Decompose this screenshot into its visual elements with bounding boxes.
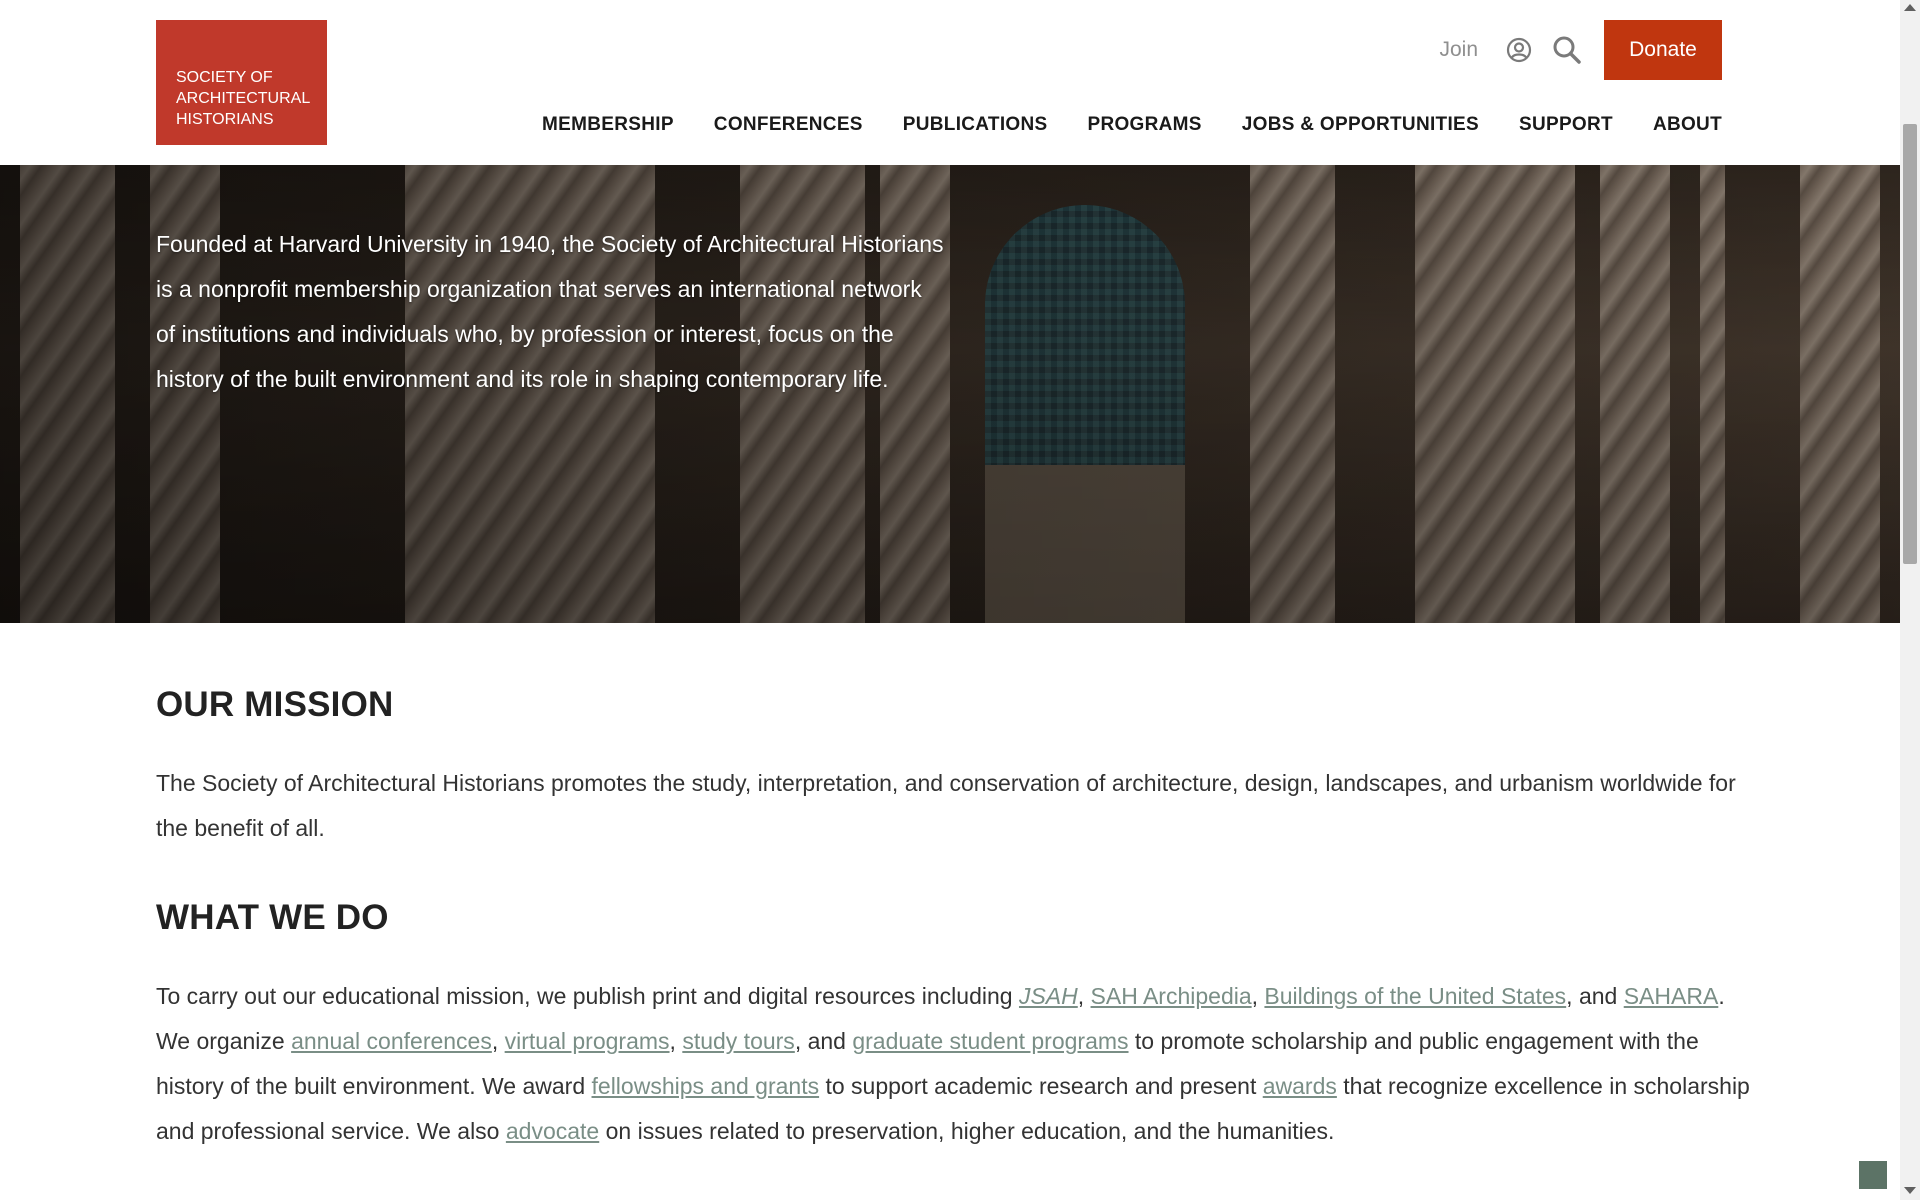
join-link[interactable]: Join xyxy=(1439,38,1478,62)
text-segment: , xyxy=(1251,983,1265,1009)
text-segment: to support academic research and present xyxy=(819,1073,1263,1099)
text-segment: , and xyxy=(794,1028,853,1054)
nav-about[interactable]: ABOUT xyxy=(1653,114,1722,136)
nav-jobs-opportunities[interactable]: JOBS & OPPORTUNITIES xyxy=(1242,114,1479,136)
nav-publications[interactable]: PUBLICATIONS xyxy=(903,114,1048,136)
main-nav: MEMBERSHIP CONFERENCES PUBLICATIONS PROG… xyxy=(502,114,1722,136)
donate-button[interactable]: Donate xyxy=(1604,20,1722,80)
scroll-up-arrow-icon[interactable] xyxy=(1904,4,1916,11)
hero-banner: Founded at Harvard University in 1940, t… xyxy=(0,165,1900,623)
link-advocate[interactable]: advocate xyxy=(506,1118,599,1144)
nav-programs[interactable]: PROGRAMS xyxy=(1087,114,1201,136)
back-to-top-button[interactable] xyxy=(1859,1161,1887,1189)
hero-intro-text: Founded at Harvard University in 1940, t… xyxy=(156,231,944,392)
text-segment: , xyxy=(491,1028,505,1054)
link-graduate-student-programs[interactable]: graduate student programs xyxy=(852,1028,1128,1054)
site-header: SOCIETY OF ARCHITECTURAL HISTORIANS Join… xyxy=(0,0,1900,165)
what-we-do-heading: WHAT WE DO xyxy=(156,898,389,937)
text-segment: on issues related to preservation, highe… xyxy=(599,1118,1335,1144)
link-study-tours[interactable]: study tours xyxy=(682,1028,795,1054)
link-jsah[interactable]: JSAH xyxy=(1019,983,1078,1009)
link-annual-conferences[interactable]: annual conferences xyxy=(291,1028,492,1054)
mission-heading: OUR MISSION xyxy=(156,685,394,724)
text-segment: , xyxy=(1077,983,1091,1009)
logo-line: SOCIETY OF xyxy=(176,69,273,86)
mission-text: The Society of Architectural Historians … xyxy=(156,770,1736,841)
link-sahara[interactable]: SAHARA xyxy=(1624,983,1719,1009)
nav-conferences[interactable]: CONFERENCES xyxy=(714,114,863,136)
link-virtual-programs[interactable]: virtual programs xyxy=(505,1028,670,1054)
logo-line: HISTORIANS xyxy=(176,111,274,128)
site-logo[interactable]: SOCIETY OF ARCHITECTURAL HISTORIANS xyxy=(156,20,327,145)
search-icon[interactable] xyxy=(1552,35,1582,65)
user-icon[interactable] xyxy=(1504,35,1534,65)
scrollbar-thumb[interactable] xyxy=(1903,124,1917,564)
link-awards[interactable]: awards xyxy=(1263,1073,1337,1099)
scroll-down-arrow-icon[interactable] xyxy=(1904,1187,1916,1194)
link-fellowships-and-grants[interactable]: fellowships and grants xyxy=(592,1073,820,1099)
text-segment: , xyxy=(669,1028,683,1054)
vertical-scrollbar[interactable] xyxy=(1900,0,1920,1200)
what-we-do-text: To carry out our educational mission, we… xyxy=(156,974,1756,1154)
text-segment: To carry out our educational mission, we… xyxy=(156,983,1019,1009)
nav-support[interactable]: SUPPORT xyxy=(1519,114,1613,136)
link-sah-archipedia[interactable]: SAH Archipedia xyxy=(1091,983,1252,1009)
nav-membership[interactable]: MEMBERSHIP xyxy=(542,114,674,136)
utility-bar: Join Donate xyxy=(1439,20,1722,80)
link-buildings-of-the-united-states[interactable]: Buildings of the United States xyxy=(1264,983,1566,1009)
text-segment: , and xyxy=(1566,983,1624,1009)
logo-line: ARCHITECTURAL xyxy=(176,90,311,107)
